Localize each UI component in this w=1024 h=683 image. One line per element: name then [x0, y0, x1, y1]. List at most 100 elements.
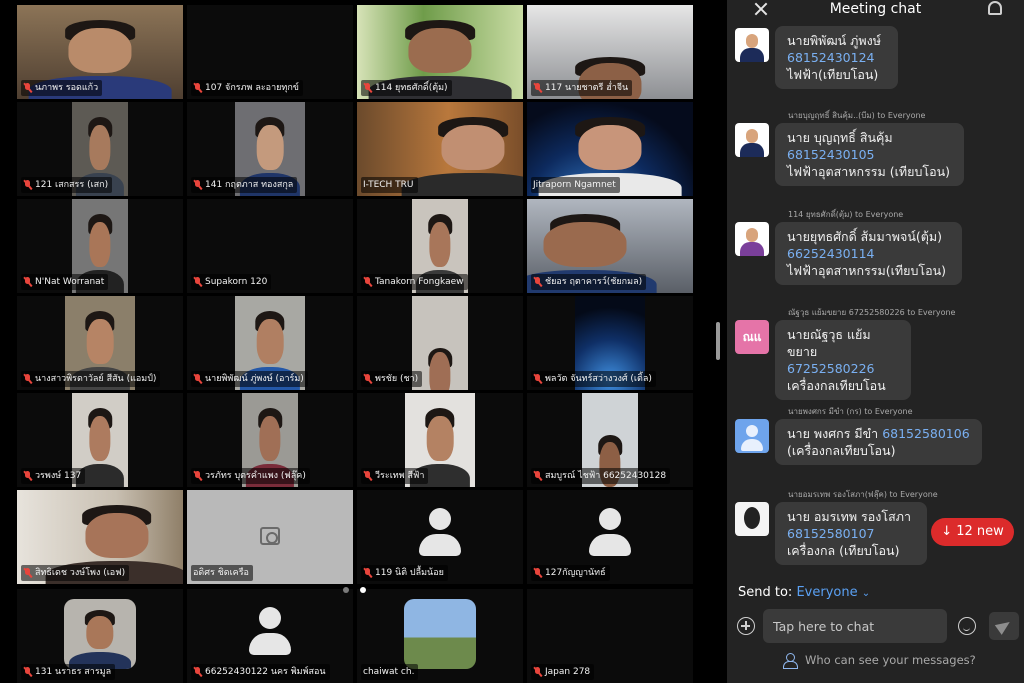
- people-icon: [783, 653, 798, 669]
- mic-muted-icon: [533, 374, 542, 384]
- participant-tile[interactable]: 121 เสกสรร (เสก): [17, 102, 183, 196]
- participant-name-label: 141 กฤตภาส ทองสกุล: [191, 177, 298, 193]
- notification-bell-icon[interactable]: [988, 1, 1002, 15]
- sender-avatar: [735, 502, 769, 536]
- participant-name-label: วรพงษ์ 137: [21, 468, 86, 484]
- grid-scrollbar[interactable]: [716, 322, 720, 360]
- chat-message-header: ณัฐวุธ แย้มขยาย 67252580226 to Everyone: [788, 308, 956, 317]
- sender-avatar: [735, 28, 769, 62]
- chat-message: นายพิพัฒน์ ภู่พงษ์ 68152430124 ไฟฟ้า(เที…: [775, 26, 898, 89]
- participant-name-label: 117 นายชาตรี ฮ่ำจีน: [531, 80, 633, 96]
- participant-name-label: วีระเทพ สีฟ้า: [361, 468, 429, 484]
- participant-name-label: ชัยอร ฤตาคารว์(ชัยกมล): [531, 274, 647, 290]
- message-visibility-link[interactable]: Who can see your messages?: [783, 653, 976, 669]
- chat-message-header: นายอมรเทพ รองโสภา(ฟลุ๊ค) to Everyone: [788, 490, 938, 499]
- avatar-placeholder-icon: [586, 508, 634, 556]
- mic-muted-icon: [363, 471, 372, 481]
- send-button[interactable]: [989, 612, 1019, 640]
- participant-tile[interactable]: 127กัญญานัทธ์: [527, 490, 693, 584]
- participant-name-label: อดิศร ชิดเครือ: [191, 565, 253, 581]
- video-grid: นภาพร รอดแก้ว 107 จักรภพ ละอายทุกข์ 114 …: [0, 0, 727, 683]
- mic-muted-icon: [23, 277, 32, 287]
- mic-muted-icon: [533, 471, 542, 481]
- participant-tile[interactable]: I-TECH TRU: [357, 102, 523, 196]
- participant-tile[interactable]: นภาพร รอดแก้ว: [17, 5, 183, 99]
- participant-tile[interactable]: ชัยอร ฤตาคารว์(ชัยกมล): [527, 199, 693, 293]
- chat-input[interactable]: [763, 609, 947, 643]
- sender-avatar-initials: ณแ: [735, 320, 769, 354]
- new-messages-button[interactable]: ↓ 12 new: [931, 518, 1014, 546]
- participant-tile[interactable]: chaiwat ch.: [357, 589, 523, 683]
- send-to-value[interactable]: Everyone: [796, 585, 857, 600]
- participant-tile[interactable]: อดิศร ชิดเครือ: [187, 490, 353, 584]
- participant-name-label: พลวัต จันทร์สว่างวงศ์ (เติ้ล): [531, 371, 656, 387]
- mic-muted-icon: [23, 180, 32, 190]
- participant-tile[interactable]: วรพงษ์ 137: [17, 393, 183, 487]
- sender-avatar-placeholder: [735, 419, 769, 453]
- chat-input-row: [727, 609, 1024, 643]
- participant-tile[interactable]: นางสาวพิรดาวัลย์ สีสัน (แอมป์): [17, 296, 183, 390]
- chat-message: นาย อมรเทพ รองโสภา 68152580107 เครื่องกล…: [775, 502, 927, 565]
- participant-tile[interactable]: 66252430122 นคร พิมพ์สอน: [187, 589, 353, 683]
- chat-header: Meeting chat: [727, 0, 1024, 20]
- page-indicator[interactable]: [343, 587, 366, 593]
- camera-off-icon: [260, 527, 280, 545]
- mic-muted-icon: [363, 83, 372, 93]
- sender-avatar: [735, 222, 769, 256]
- send-to-selector[interactable]: Send to: Everyone ⌄: [738, 585, 870, 600]
- participant-tile[interactable]: 117 นายชาตรี ฮ่ำจีน: [527, 5, 693, 99]
- chevron-down-icon[interactable]: ⌄: [862, 588, 870, 599]
- mic-muted-icon: [23, 471, 32, 481]
- participant-tile[interactable]: วีระเทพ สีฟ้า: [357, 393, 523, 487]
- participant-name-label: 114 ยุทธศักดิ์(ตุ้ม): [361, 80, 452, 96]
- participant-name-label: สิทธิเดช วงษ์โพง (เอฟ): [21, 565, 130, 581]
- participant-name-label: 66252430122 นคร พิมพ์สอน: [191, 664, 330, 680]
- chat-message: นาย บุญฤทธิ์ สินคุ้ม 68152430105 ไฟฟ้าอุ…: [775, 123, 964, 186]
- participant-tile[interactable]: 107 จักรภพ ละอายทุกข์: [187, 5, 353, 99]
- participant-tile[interactable]: นายพิพัฒน์ ภู่พงษ์ (อาร์ม): [187, 296, 353, 390]
- participant-name-label: Japan 278: [531, 664, 595, 680]
- participant-tile[interactable]: N'Nat Worranat: [17, 199, 183, 293]
- chat-message: นาย พงศกร มีขำ 68152580106 (เครื่องกลเที…: [775, 419, 982, 465]
- participant-name-label: นายพิพัฒน์ ภู่พงษ์ (อาร์ม): [191, 371, 308, 387]
- mic-muted-icon: [23, 374, 32, 384]
- participant-name-label: วรภัทร บุตรคำแพง (ฟลุ๊ค): [191, 468, 310, 484]
- page-dot[interactable]: [343, 587, 349, 593]
- participant-name-label: N'Nat Worranat: [21, 274, 109, 290]
- participant-name-label: I-TECH TRU: [361, 177, 418, 193]
- participant-tile-active-speaker[interactable]: Jitraporn Ngamnet: [527, 102, 693, 196]
- participant-tile[interactable]: พลวัต จันทร์สว่างวงศ์ (เติ้ล): [527, 296, 693, 390]
- chat-message: นายณัฐวุธ แย้มขยาย 67252580226 เครื่องกล…: [775, 320, 911, 400]
- participant-tile[interactable]: สิทธิเดช วงษ์โพง (เอฟ): [17, 490, 183, 584]
- participant-name-label: 107 จักรภพ ละอายทุกข์: [191, 80, 303, 96]
- chat-message-header: 114 ยุทธศักดิ์(ตุ้ม) to Everyone: [788, 210, 904, 219]
- mic-muted-icon: [193, 667, 202, 677]
- chat-message-header: นายบุญฤทธิ์ สินคุ้ม..(บีม) to Everyone: [788, 111, 926, 120]
- participant-tile[interactable]: 114 ยุทธศักดิ์(ตุ้ม): [357, 5, 523, 99]
- participant-tile[interactable]: Tanakorn Fongkaew: [357, 199, 523, 293]
- mic-muted-icon: [363, 374, 372, 384]
- participant-tile[interactable]: สมบูรณ์ ไชฟ้า 66252430128: [527, 393, 693, 487]
- mic-muted-icon: [193, 374, 202, 384]
- mic-muted-icon: [193, 180, 202, 190]
- participant-tile[interactable]: พรชัย (ชา): [357, 296, 523, 390]
- participant-tile[interactable]: 119 นิติ ปลื้มน้อย: [357, 490, 523, 584]
- participant-name-label: พรชัย (ชา): [361, 371, 423, 387]
- participant-tile[interactable]: Japan 278: [527, 589, 693, 683]
- participant-name-label: 131 นราธร สารมูล: [21, 664, 116, 680]
- sender-avatar: [735, 123, 769, 157]
- participant-name-label: Supakorn 120: [191, 274, 272, 290]
- participant-name-label: chaiwat ch.: [361, 664, 419, 680]
- mic-muted-icon: [363, 568, 372, 578]
- participant-tile[interactable]: Supakorn 120: [187, 199, 353, 293]
- mic-muted-icon: [363, 277, 372, 287]
- participant-tile[interactable]: วรภัทร บุตรคำแพง (ฟลุ๊ค): [187, 393, 353, 487]
- mic-muted-icon: [23, 667, 32, 677]
- emoji-icon[interactable]: [958, 617, 976, 635]
- participant-tile[interactable]: 131 นราธร สารมูล: [17, 589, 183, 683]
- participant-tile[interactable]: 141 กฤตภาส ทองสกุล: [187, 102, 353, 196]
- mic-muted-icon: [23, 83, 32, 93]
- participant-name-label: Jitraporn Ngamnet: [531, 177, 620, 193]
- add-attachment-icon[interactable]: [737, 617, 755, 635]
- page-dot-current[interactable]: [360, 587, 366, 593]
